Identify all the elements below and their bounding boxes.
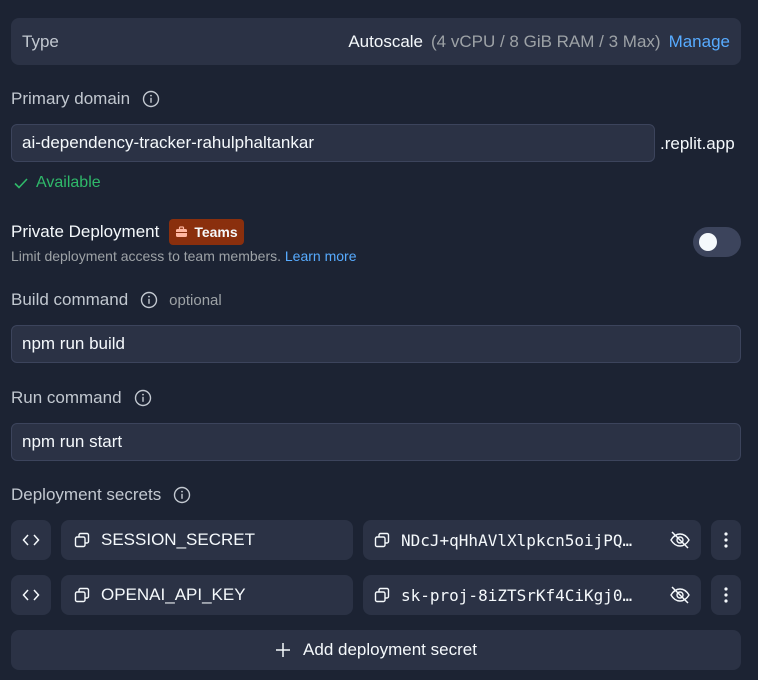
eye-off-icon[interactable] <box>669 530 691 550</box>
info-icon[interactable] <box>142 90 160 108</box>
code-icon <box>22 589 40 601</box>
type-detail: (4 vCPU / 8 GiB RAM / 3 Max) <box>431 31 661 51</box>
learn-more-link[interactable]: Learn more <box>285 248 357 264</box>
primary-domain-label-row: Primary domain <box>11 89 160 109</box>
secret-key-text: SESSION_SECRET <box>101 530 255 549</box>
info-icon[interactable] <box>134 389 152 407</box>
private-deployment-title-row: Private Deployment Teams <box>11 219 244 245</box>
secret-key-text: OPENAI_API_KEY <box>101 585 246 604</box>
secret-key-field[interactable]: OPENAI_API_KEY <box>61 575 353 615</box>
code-view-button[interactable] <box>11 575 51 615</box>
run-command-value: npm run start <box>22 432 123 451</box>
teams-badge-label: Teams <box>194 224 238 240</box>
deployment-secrets-label: Deployment secrets <box>11 485 162 504</box>
teams-badge: Teams <box>169 219 244 245</box>
primary-domain-input[interactable]: ai-dependency-tracker-rahulphaltankar <box>11 124 655 162</box>
type-value: Autoscale <box>348 31 424 51</box>
run-command-label-row: Run command <box>11 388 152 408</box>
secret-value-field[interactable]: sk-proj-8iZTSrKf4CiKgj0… <box>363 575 701 615</box>
more-vertical-icon <box>724 587 728 603</box>
code-view-button[interactable] <box>11 520 51 560</box>
copy-icon[interactable] <box>373 586 391 604</box>
private-deployment-title: Private Deployment <box>11 222 160 241</box>
type-label: Type <box>22 31 59 51</box>
primary-domain-value: ai-dependency-tracker-rahulphaltankar <box>22 133 314 152</box>
secret-value-text: NDcJ+qHhAVlXlpkcn5oijPQ… <box>401 530 633 550</box>
info-icon[interactable] <box>173 486 191 504</box>
info-icon[interactable] <box>140 291 158 309</box>
add-deployment-secret-button[interactable]: Add deployment secret <box>11 630 741 670</box>
eye-off-icon[interactable] <box>669 585 691 605</box>
add-secret-label: Add deployment secret <box>303 640 477 659</box>
build-command-input[interactable]: npm run build <box>11 325 741 363</box>
private-deployment-toggle[interactable] <box>693 227 741 257</box>
machine-type-row: Type Autoscale (4 vCPU / 8 GiB RAM / 3 M… <box>11 18 741 65</box>
secret-more-button[interactable] <box>711 520 741 560</box>
secret-more-button[interactable] <box>711 575 741 615</box>
optional-label: optional <box>169 291 222 309</box>
deployment-secrets-label-row: Deployment secrets <box>11 485 191 505</box>
more-vertical-icon <box>724 532 728 548</box>
check-icon <box>12 174 30 192</box>
code-icon <box>22 534 40 546</box>
deployment-settings-panel: Type Autoscale (4 vCPU / 8 GiB RAM / 3 M… <box>0 0 758 680</box>
copy-icon[interactable] <box>73 586 91 604</box>
primary-domain-label: Primary domain <box>11 89 131 108</box>
secret-value-field[interactable]: NDcJ+qHhAVlXlpkcn5oijPQ… <box>363 520 701 560</box>
copy-icon[interactable] <box>73 531 91 549</box>
private-deployment-desc-text: Limit deployment access to team members. <box>11 248 281 264</box>
secret-value-text: sk-proj-8iZTSrKf4CiKgj0… <box>401 585 633 605</box>
domain-suffix: .replit.app <box>660 134 735 153</box>
build-command-label: Build command <box>11 290 129 309</box>
toggle-knob <box>699 233 717 251</box>
briefcase-icon <box>175 226 188 238</box>
manage-link[interactable]: Manage <box>669 32 730 52</box>
plus-icon <box>275 642 291 658</box>
run-command-label: Run command <box>11 388 122 407</box>
private-deployment-description: Limit deployment access to team members.… <box>11 248 356 264</box>
secret-key-field[interactable]: SESSION_SECRET <box>61 520 353 560</box>
copy-icon[interactable] <box>373 531 391 549</box>
availability-status: Available <box>36 174 101 191</box>
build-command-value: npm run build <box>22 334 126 353</box>
build-command-label-row: Build command optional <box>11 290 222 310</box>
domain-availability: Available <box>12 174 101 192</box>
run-command-input[interactable]: npm run start <box>11 423 741 461</box>
